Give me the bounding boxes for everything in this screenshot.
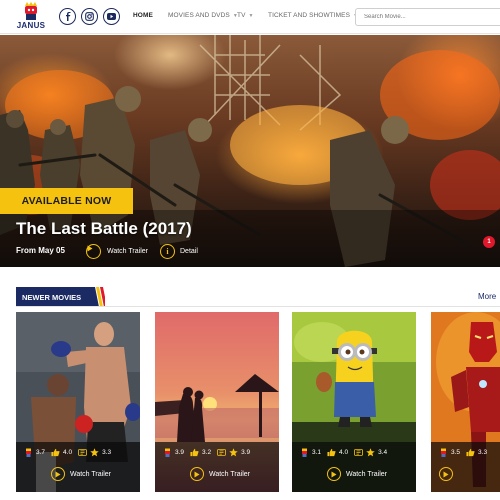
thumbs-up-icon xyxy=(51,448,60,457)
critic-rating: 3.2 xyxy=(190,448,211,457)
janus-logo[interactable]: JANUS xyxy=(14,2,48,32)
top-header: JANUS HOME MOVIES AND DVDS ▼ TV ▼ TICKET A… xyxy=(0,0,500,34)
available-now-badge: AVAILABLE NOW xyxy=(0,188,133,214)
rating-value: 3.1 xyxy=(312,449,322,456)
star-icon xyxy=(229,448,238,457)
janus-rating-icon xyxy=(302,448,307,457)
janus-rating-icon xyxy=(165,448,170,457)
hero-detail-label[interactable]: Detail xyxy=(180,248,198,255)
rating-value: 4.0 xyxy=(63,449,73,456)
nav-tickets-label: TICKET AND SHOWTIMES xyxy=(268,12,351,19)
critic-rating: 4.0 xyxy=(51,448,72,457)
search-input[interactable] xyxy=(355,8,500,26)
ticket-icon xyxy=(354,449,364,456)
logo-text: JANUS xyxy=(16,21,46,30)
movie-card-info: 3.5 3.3 xyxy=(431,442,500,492)
rating-value: 3.5 xyxy=(451,449,461,456)
watch-trailer-button[interactable]: Watch Trailer xyxy=(51,467,111,481)
hero-release-date: From May 05 xyxy=(16,246,65,255)
nav-home-label: HOME xyxy=(133,12,153,19)
hero-title[interactable]: The Last Battle (2017) xyxy=(16,219,192,239)
thumbs-up-icon xyxy=(327,448,336,457)
watch-trailer-button[interactable] xyxy=(439,467,453,481)
user-rating: 3.9 xyxy=(217,448,250,457)
movie-card-info: 3.7 4.0 3.3 Watch Trailer xyxy=(16,442,140,492)
star-icon xyxy=(366,448,375,457)
hero-banner[interactable]: AVAILABLE NOW The Last Battle (2017) Fro… xyxy=(0,35,500,267)
critic-rating: 4.0 xyxy=(327,448,348,457)
hero-watch-trailer-label[interactable]: Watch Trailer xyxy=(107,248,148,255)
play-icon xyxy=(55,471,61,477)
nav-tv[interactable]: TV ▼ xyxy=(237,12,254,19)
play-icon xyxy=(331,471,337,477)
ratings-row: 3.1 4.0 3.4 xyxy=(300,448,387,457)
play-button[interactable] xyxy=(327,467,341,481)
play-icon xyxy=(443,471,449,477)
info-icon: i xyxy=(166,247,169,256)
movie-card-info: 3.9 3.2 3.9 Watch Trailer xyxy=(155,442,279,492)
watch-trailer-label: Watch Trailer xyxy=(346,470,387,478)
imdb-rating: 3.7 xyxy=(24,448,45,457)
imdb-rating: 3.5 xyxy=(439,448,460,457)
movie-card-info: 3.1 4.0 3.4 Watch Trailer xyxy=(292,442,416,492)
user-rating: 3.4 xyxy=(354,448,387,457)
facebook-icon xyxy=(65,12,70,21)
ticket-icon xyxy=(78,449,88,456)
nav-movies-and-dvds[interactable]: MOVIES AND DVDS ▼ xyxy=(168,12,238,19)
movie-card[interactable]: 3.9 3.2 3.9 Watch Trailer xyxy=(155,312,279,492)
star-icon xyxy=(90,448,99,457)
ratings-row: 3.9 3.2 3.9 xyxy=(163,448,250,457)
youtube-icon xyxy=(107,13,116,20)
watch-trailer-label: Watch Trailer xyxy=(209,470,250,478)
nav-movies-label: MOVIES AND DVDS xyxy=(168,12,230,19)
facebook-button[interactable] xyxy=(59,8,76,25)
rating-value: 3.3 xyxy=(478,449,488,456)
rating-value: 3.7 xyxy=(36,449,46,456)
imdb-rating: 3.1 xyxy=(300,448,321,457)
play-icon xyxy=(87,245,93,252)
chevron-down-icon: ▼ xyxy=(248,13,254,19)
janus-rating-icon xyxy=(441,448,446,457)
movie-card[interactable]: 3.1 4.0 3.4 Watch Trailer xyxy=(292,312,416,492)
rating-value: 3.3 xyxy=(102,449,112,456)
play-button[interactable] xyxy=(51,467,65,481)
more-link[interactable]: More xyxy=(478,292,496,301)
rating-value: 3.9 xyxy=(241,449,251,456)
logo-mark-icon xyxy=(25,2,37,20)
rating-value: 3.9 xyxy=(175,449,185,456)
rating-value: 4.0 xyxy=(339,449,349,456)
critic-rating: 3.3 xyxy=(466,448,487,457)
rating-value: 3.4 xyxy=(378,449,388,456)
section-divider xyxy=(16,306,500,307)
ratings-row: 3.7 4.0 3.3 xyxy=(24,448,111,457)
play-icon xyxy=(194,471,200,477)
play-button[interactable] xyxy=(439,467,453,481)
ticket-icon xyxy=(217,449,227,456)
janus-rating-icon xyxy=(26,448,31,457)
watch-trailer-button[interactable]: Watch Trailer xyxy=(327,467,387,481)
rating-value: 3.2 xyxy=(202,449,212,456)
instagram-icon xyxy=(85,12,94,21)
newer-movies-heading: NEWER MOVIES xyxy=(16,287,106,307)
ratings-row: 3.5 3.3 xyxy=(439,448,487,457)
instagram-button[interactable] xyxy=(81,8,98,25)
watch-trailer-label: Watch Trailer xyxy=(70,470,111,478)
user-rating: 3.3 xyxy=(78,448,111,457)
notification-badge[interactable]: 1 xyxy=(483,236,495,248)
thumbs-up-icon xyxy=(466,448,475,457)
section-stripes-icon xyxy=(91,287,106,307)
movie-card[interactable]: 3.5 3.3 xyxy=(431,312,500,492)
nav-ticket-and-showtimes[interactable]: TICKET AND SHOWTIMES▼ xyxy=(268,12,358,19)
hero-watch-trailer-button[interactable] xyxy=(86,244,101,259)
nav-home[interactable]: HOME xyxy=(133,12,153,19)
nav-tv-label: TV xyxy=(237,12,246,19)
movie-card[interactable]: 3.7 4.0 3.3 Watch Trailer xyxy=(16,312,140,492)
imdb-rating: 3.9 xyxy=(163,448,184,457)
section-title: NEWER MOVIES xyxy=(16,287,92,307)
watch-trailer-button[interactable]: Watch Trailer xyxy=(190,467,250,481)
youtube-button[interactable] xyxy=(103,8,120,25)
hero-detail-button[interactable]: i xyxy=(160,244,175,259)
thumbs-up-icon xyxy=(190,448,199,457)
play-button[interactable] xyxy=(190,467,204,481)
